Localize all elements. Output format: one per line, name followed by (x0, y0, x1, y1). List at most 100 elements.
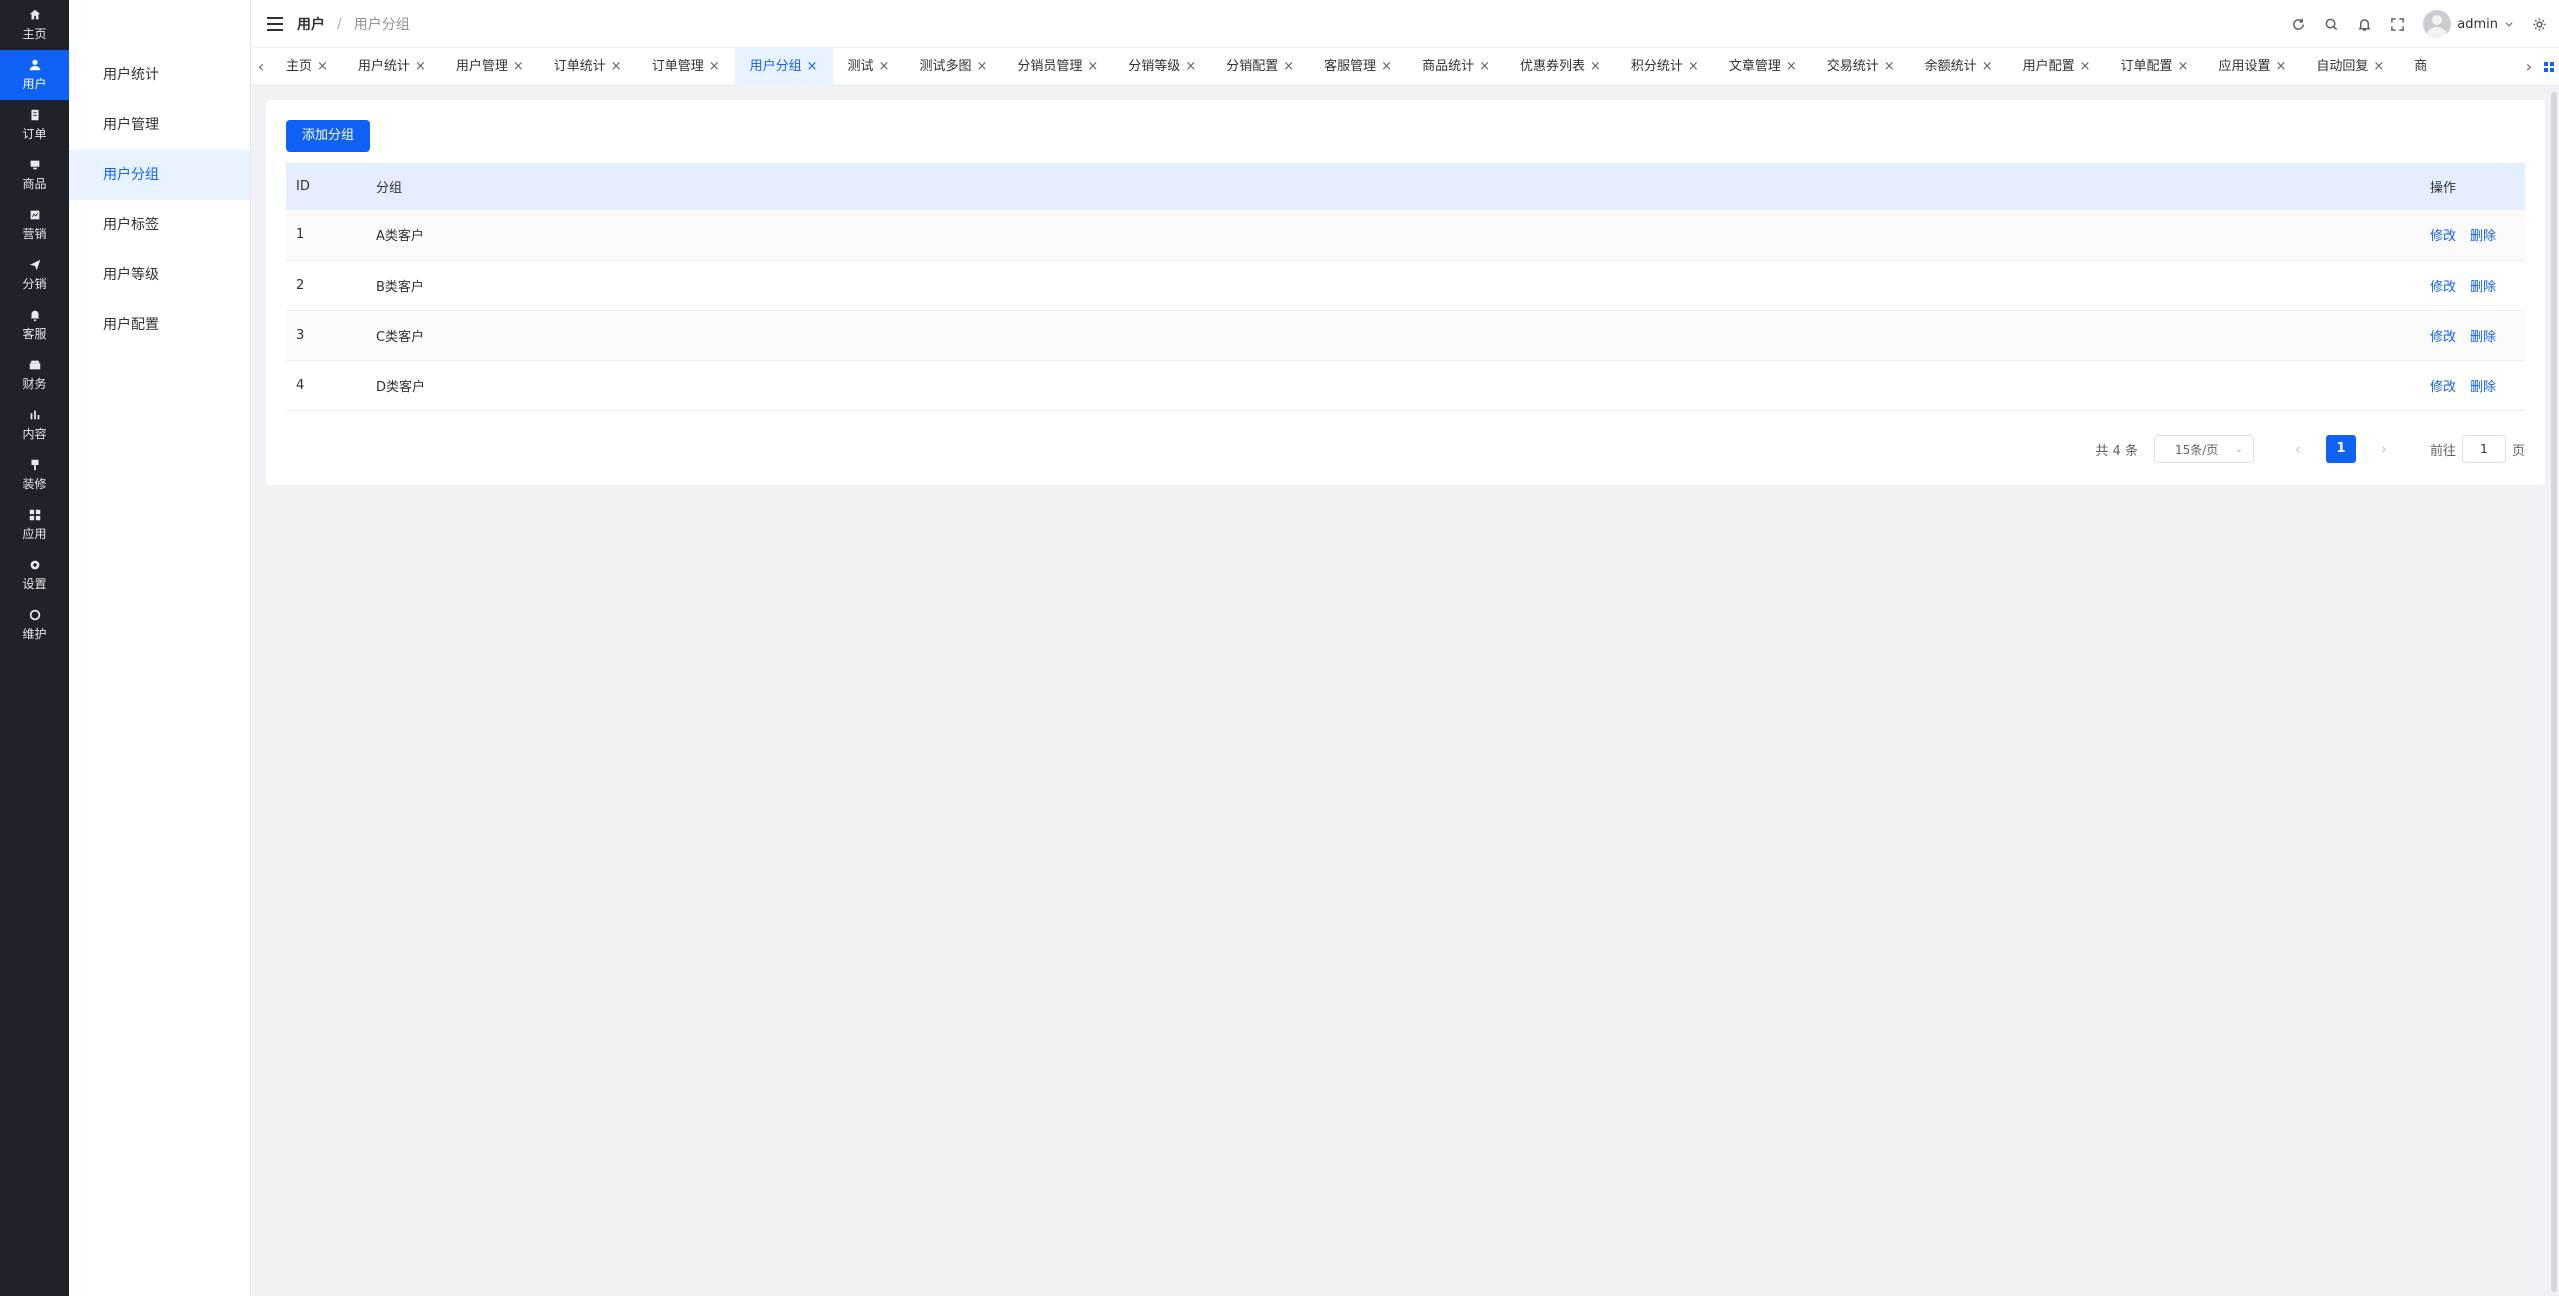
delete-link[interactable]: 删除 (2470, 380, 2496, 395)
close-icon[interactable]: × (513, 48, 524, 86)
tab-item[interactable]: 积分统计 × (1616, 48, 1714, 86)
edit-link[interactable]: 修改 (2430, 229, 2456, 244)
tab-item[interactable]: 优惠券列表 × (1505, 48, 1616, 86)
goto-page-input[interactable]: 1 (2461, 435, 2506, 463)
tab-item[interactable]: 用户配置 × (2008, 48, 2106, 86)
close-icon[interactable]: × (317, 48, 328, 86)
close-icon[interactable]: × (1884, 48, 1895, 86)
breadcrumb-parent[interactable]: 用户 (297, 14, 325, 34)
submenu-item-user-stats[interactable]: 用户统计 (69, 50, 250, 100)
tab-item[interactable]: 商品统计 × (1407, 48, 1505, 86)
close-icon[interactable]: × (879, 48, 890, 86)
close-icon[interactable]: × (2275, 48, 2286, 86)
rail-item-maintain[interactable]: 维护 (0, 600, 69, 650)
submenu-item-user-config[interactable]: 用户配置 (69, 300, 250, 350)
search-icon[interactable] (2324, 17, 2339, 32)
tab-item[interactable]: 订单统计 × (539, 48, 637, 86)
add-group-button[interactable]: 添加分组 (286, 120, 371, 152)
tab-item[interactable]: 交易统计 × (1812, 48, 1910, 86)
tab-item[interactable]: 用户管理 × (441, 48, 539, 86)
page-size-select[interactable]: 15条/页 ⌄ (2153, 435, 2254, 463)
tab-item[interactable]: 分销配置 × (1211, 48, 1309, 86)
rail-item-send[interactable]: 分销 (0, 250, 69, 300)
submenu-item-user-groups[interactable]: 用户分组 (69, 150, 250, 200)
page-number-current[interactable]: 1 (2325, 435, 2356, 463)
close-icon[interactable]: × (415, 48, 426, 86)
submenu-item-user-levels[interactable]: 用户等级 (69, 250, 250, 300)
page-unit-label: 页 (2511, 443, 2525, 459)
tab-item[interactable]: 余额统计 × (1910, 48, 2008, 86)
close-icon[interactable]: × (1688, 48, 1699, 86)
rail-item-settings[interactable]: 设置 (0, 550, 69, 600)
close-icon[interactable]: × (1479, 48, 1490, 86)
submenu-item-user-management[interactable]: 用户管理 (69, 100, 250, 150)
delete-link[interactable]: 删除 (2470, 229, 2496, 244)
tab-label: 测试 (847, 58, 874, 74)
close-icon[interactable]: × (1087, 48, 1098, 86)
settings-gear-icon[interactable] (2532, 17, 2547, 32)
rail-item-marketing[interactable]: 营销 (0, 200, 69, 250)
fullscreen-icon[interactable] (2390, 17, 2405, 32)
close-icon[interactable]: × (807, 48, 818, 86)
notification-bell-icon[interactable] (2357, 17, 2372, 32)
table-header-row: ID 分组 操作 (286, 163, 2525, 210)
tab-item[interactable]: 客服管理 × (1309, 48, 1407, 86)
close-icon[interactable]: × (2080, 48, 2091, 86)
rail-item-order[interactable]: 订单 (0, 100, 69, 150)
rail-item-user[interactable]: 用户 (0, 50, 69, 100)
rail-item-finance[interactable]: 财务 (0, 350, 69, 400)
tab-item[interactable]: 商 (2399, 48, 2442, 86)
cell-group: D类客户 (366, 360, 2420, 411)
close-icon[interactable]: × (1185, 48, 1196, 86)
close-icon[interactable]: × (709, 48, 720, 86)
tab-item[interactable]: 分销等级 × (1113, 48, 1211, 86)
delete-link[interactable]: 删除 (2470, 280, 2496, 295)
close-icon[interactable]: × (2373, 48, 2384, 86)
rail-item-apps[interactable]: 应用 (0, 500, 69, 550)
delete-link[interactable]: 删除 (2470, 330, 2496, 345)
scrollbar-thumb[interactable] (2551, 92, 2557, 1292)
tab-item[interactable]: 用户统计 × (343, 48, 441, 86)
close-icon[interactable]: × (1381, 48, 1392, 86)
tab-label: 用户分组 (749, 58, 802, 74)
tab-item[interactable]: 主页 × (271, 48, 343, 86)
close-icon[interactable]: × (1982, 48, 1993, 86)
rail-item-home[interactable]: 主页 (0, 0, 69, 50)
edit-link[interactable]: 修改 (2430, 280, 2456, 295)
close-icon[interactable]: × (611, 48, 622, 86)
tab-item[interactable]: 订单管理 × (637, 48, 735, 86)
close-icon[interactable]: × (976, 48, 987, 86)
tab-label: 文章管理 (1728, 58, 1781, 74)
tab-item[interactable]: 测试 × (833, 48, 905, 86)
tab-item[interactable]: 文章管理 × (1714, 48, 1812, 86)
rail-item-label: 装修 (22, 477, 47, 491)
cell-actions: 修改 删除 (2420, 360, 2525, 411)
tab-item[interactable]: 自动回复 × (2301, 48, 2399, 86)
tabs-scroll-right-icon[interactable]: › (2519, 57, 2539, 76)
tabs-menu-grid-icon[interactable] (2539, 48, 2559, 86)
close-icon[interactable]: × (2178, 48, 2189, 86)
edit-link[interactable]: 修改 (2430, 330, 2456, 345)
tab-item[interactable]: 用户分组 × (734, 47, 833, 86)
rail-item-chart[interactable]: 内容 (0, 400, 69, 450)
close-icon[interactable]: × (1786, 48, 1797, 86)
edit-link[interactable]: 修改 (2430, 380, 2456, 395)
tab-item[interactable]: 订单配置 × (2106, 48, 2204, 86)
rail-item-product[interactable]: 商品 (0, 150, 69, 200)
prev-page-icon[interactable]: ‹ (2282, 440, 2314, 458)
user-dropdown[interactable]: admin (2423, 10, 2514, 38)
rail-item-brush[interactable]: 装修 (0, 450, 69, 500)
close-icon[interactable]: × (1590, 48, 1601, 86)
refresh-icon[interactable] (2291, 17, 2306, 32)
tab-item[interactable]: 应用设置 × (2203, 48, 2301, 86)
close-icon[interactable]: × (1283, 48, 1294, 86)
tabs-scroll-left-icon[interactable]: ‹ (251, 57, 271, 76)
submenu-item-user-tags[interactable]: 用户标签 (69, 200, 250, 250)
header-actions: admin (2291, 0, 2547, 48)
rail-item-label: 主页 (22, 27, 47, 41)
menu-toggle-icon[interactable] (267, 16, 283, 31)
tab-item[interactable]: 分销员管理 × (1002, 48, 1113, 86)
next-page-icon[interactable]: › (2368, 440, 2400, 458)
rail-item-bell[interactable]: 客服 (0, 300, 69, 350)
tab-item[interactable]: 测试多图 × (904, 48, 1002, 86)
